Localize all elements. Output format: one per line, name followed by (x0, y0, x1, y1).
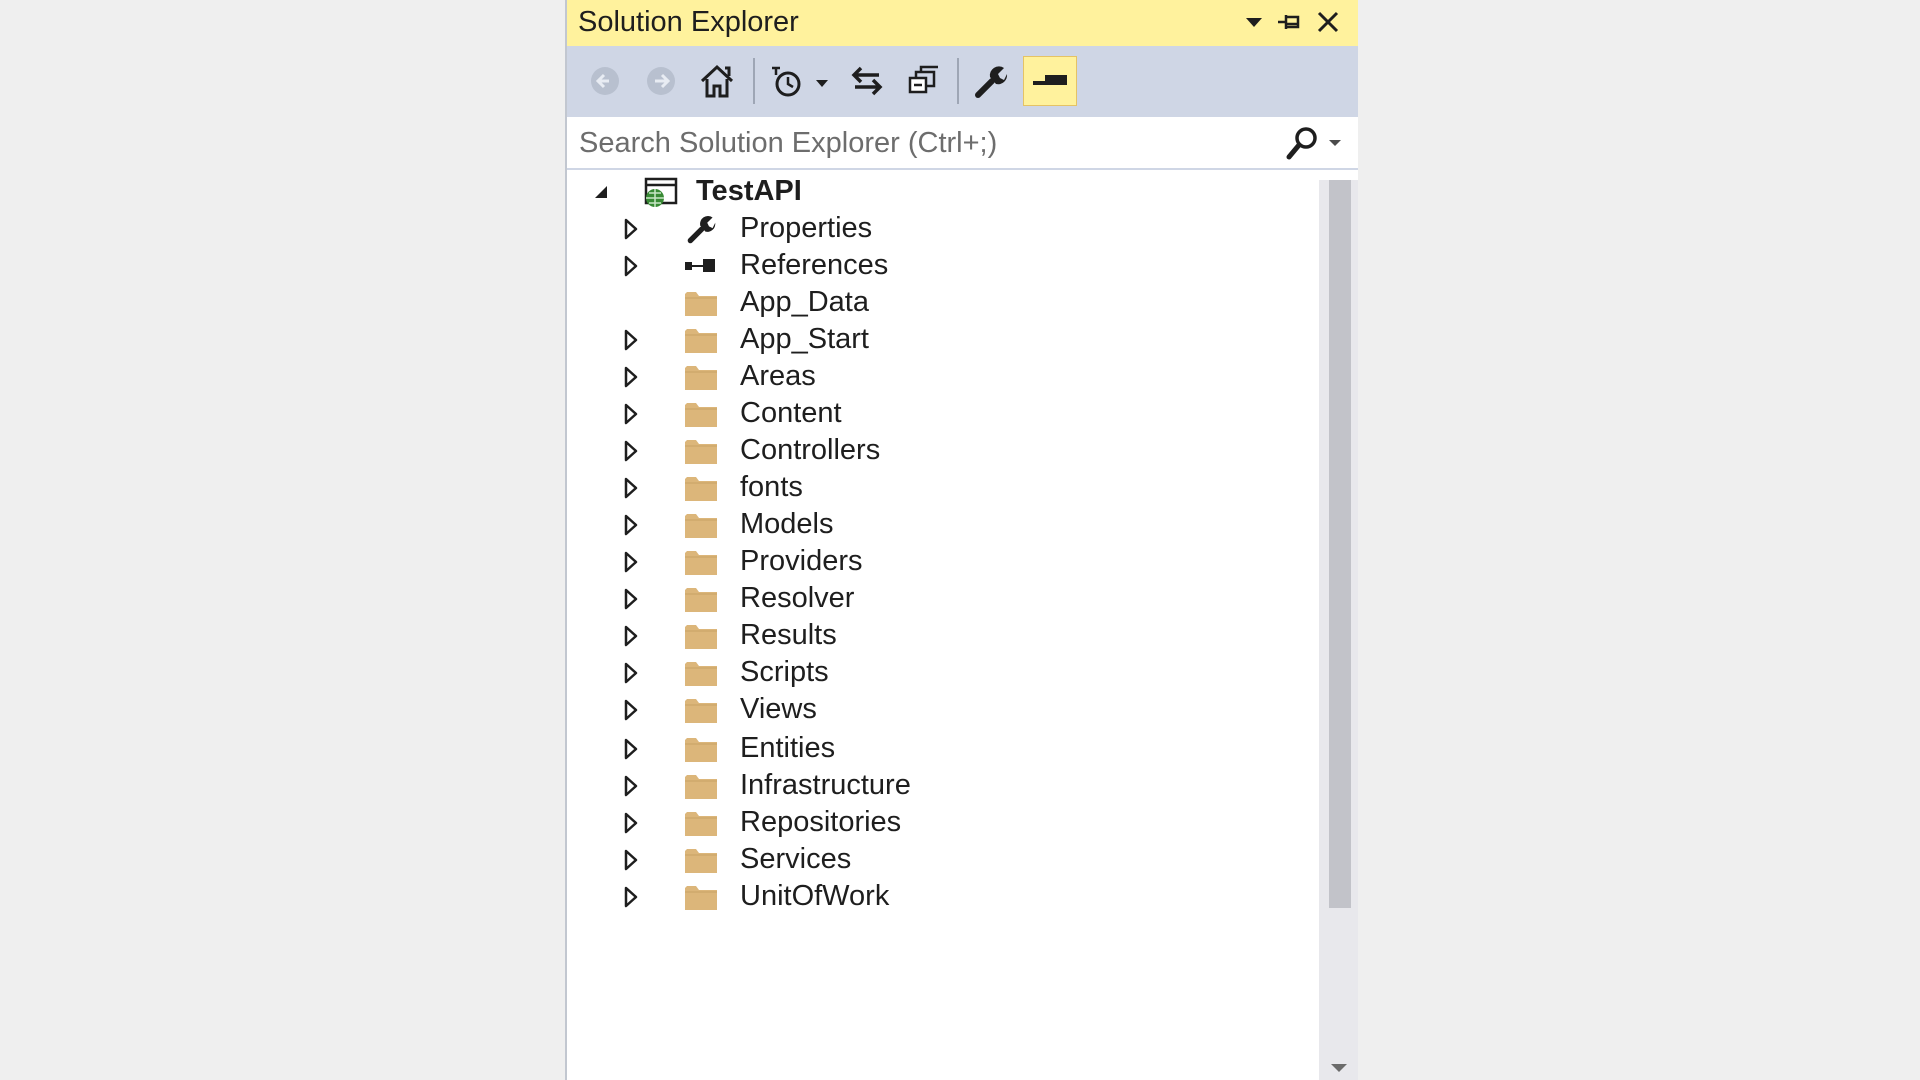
scroll-down-arrow-icon[interactable] (1327, 1060, 1351, 1076)
folder-icon (683, 620, 719, 652)
preview-icon (1033, 75, 1067, 85)
expand-triangle-icon[interactable] (617, 696, 645, 724)
expand-triangle-icon[interactable] (617, 659, 645, 687)
tree-item-label: Controllers (740, 434, 881, 466)
expand-triangle-icon[interactable] (617, 363, 645, 391)
solution-explorer-panel: Solution Explorer Search Solution Explor… (565, 0, 1358, 1080)
search-box (567, 116, 1358, 170)
sync-arrows-icon (851, 66, 883, 96)
folder-icon (683, 770, 719, 802)
folder-icon (683, 694, 719, 726)
expand-triangle-icon[interactable] (617, 772, 645, 800)
folder-icon (683, 546, 719, 578)
collapse-triangle-icon[interactable] (587, 178, 615, 206)
arrow-right-circle-icon (647, 67, 675, 95)
folder-icon (683, 509, 719, 541)
chevron-down-icon[interactable] (1323, 131, 1347, 155)
tree-item-unitofwork[interactable]: UnitOfWork (567, 875, 1319, 920)
pin-icon[interactable] (1275, 7, 1305, 37)
folder-icon (683, 844, 719, 876)
vertical-scrollbar[interactable] (1319, 180, 1358, 1080)
search-input[interactable] (577, 125, 1231, 161)
preview-selected-items-button[interactable] (1023, 56, 1077, 106)
folder-icon (683, 733, 719, 765)
tree-item-label: Providers (740, 545, 863, 577)
folder-icon (683, 583, 719, 615)
tree-item-label: Resolver (740, 582, 855, 614)
tree-root-label: TestAPI (696, 175, 802, 207)
properties-button[interactable] (967, 56, 1015, 106)
title-bar: Solution Explorer (567, 0, 1358, 46)
tree-item-label: Services (740, 843, 852, 875)
tree-item-label: References (740, 249, 889, 281)
folder-icon (683, 398, 719, 430)
tree-item-label: Results (740, 619, 837, 651)
back-button[interactable] (583, 56, 627, 106)
web-project-icon (643, 176, 679, 208)
scrollbar-thumb[interactable] (1329, 180, 1351, 908)
tree-item-label: Repositories (740, 806, 902, 838)
pending-changes-filter-button[interactable] (763, 56, 835, 106)
folder-icon (683, 361, 719, 393)
folder-icon (683, 472, 719, 504)
expand-triangle-icon[interactable] (617, 400, 645, 428)
tree-item-label: UnitOfWork (740, 880, 890, 912)
folder-icon (683, 324, 719, 356)
references-icon (683, 250, 719, 282)
expand-triangle-icon[interactable] (617, 622, 645, 650)
tree-item-label: Entities (740, 732, 836, 764)
expand-triangle-icon[interactable] (617, 326, 645, 354)
tree-item-label: Scripts (740, 656, 829, 688)
tree-item-label: Content (740, 397, 842, 429)
expand-triangle-icon[interactable] (617, 585, 645, 613)
search-icon[interactable] (1285, 125, 1319, 161)
home-icon (700, 64, 734, 98)
toolbar (567, 46, 1358, 116)
tree-item-label: Properties (740, 212, 873, 244)
home-button[interactable] (693, 56, 741, 106)
wrench-icon (975, 66, 1008, 98)
folder-icon (683, 287, 719, 319)
folder-icon (683, 435, 719, 467)
tree-item-label: App_Start (740, 323, 869, 355)
chevron-down-icon[interactable] (1239, 7, 1269, 37)
expand-triangle-icon[interactable] (617, 735, 645, 763)
expand-triangle-icon[interactable] (617, 883, 645, 911)
folder-icon (683, 657, 719, 689)
expand-triangle-icon[interactable] (617, 511, 645, 539)
tree-item-label: Areas (740, 360, 816, 392)
tree-item-label: App_Data (740, 286, 869, 318)
expand-triangle-icon[interactable] (617, 215, 645, 243)
wrench-icon (683, 213, 719, 245)
expand-triangle-icon[interactable] (617, 252, 645, 280)
forward-button[interactable] (639, 56, 683, 106)
collapse-all-button[interactable] (899, 56, 947, 106)
solution-tree: TestAPI Properties References App_Data App_… (567, 170, 1319, 1080)
sync-with-active-document-button[interactable] (843, 56, 891, 106)
tree-item-label: Views (740, 693, 817, 725)
tree-item-label: Infrastructure (740, 769, 911, 801)
folder-icon (683, 807, 719, 839)
expand-triangle-icon[interactable] (617, 437, 645, 465)
tree-item-label: fonts (740, 471, 803, 503)
expand-triangle-icon[interactable] (617, 474, 645, 502)
folder-icon (683, 881, 719, 913)
close-icon[interactable] (1313, 7, 1343, 37)
tree-item-label: Models (740, 508, 834, 540)
expand-triangle-icon[interactable] (617, 809, 645, 837)
clock-icon (772, 66, 828, 97)
collapse-all-icon (908, 65, 938, 94)
expand-triangle-icon[interactable] (617, 548, 645, 576)
expand-triangle-icon[interactable] (617, 846, 645, 874)
arrow-left-circle-icon (591, 67, 619, 95)
panel-title: Solution Explorer (578, 6, 799, 38)
